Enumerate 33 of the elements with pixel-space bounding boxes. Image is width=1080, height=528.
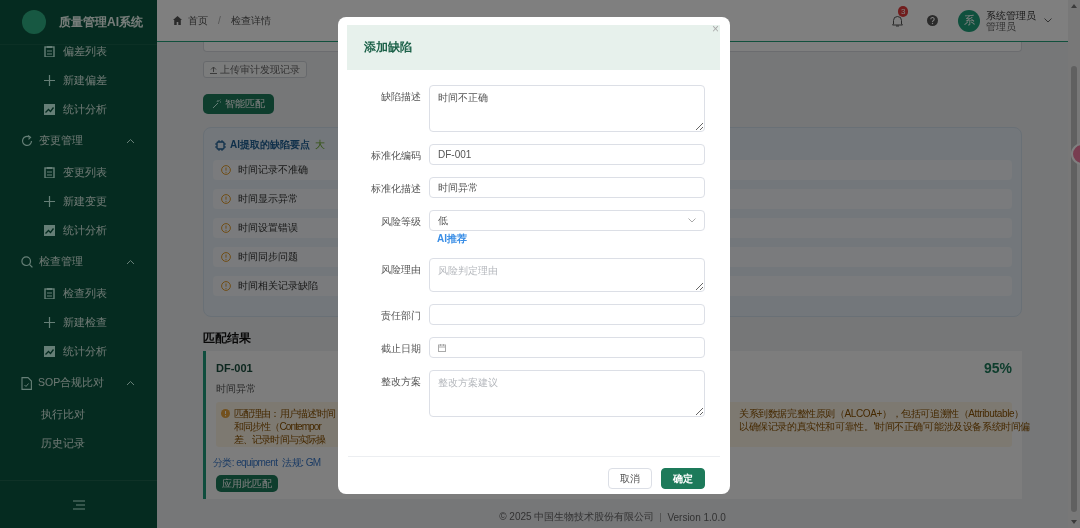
- breadcrumb-item: 检查详情: [230, 13, 271, 28]
- reason-text: 和同步性（Contempor: [234, 420, 323, 433]
- field-label: 整改方案: [380, 375, 421, 389]
- model-tag: 大: [315, 138, 325, 152]
- field-label: 风险等级: [380, 215, 421, 229]
- card-title: AI提取的缺陷要点: [230, 138, 310, 152]
- user-name: 系统管理员: [986, 9, 1036, 21]
- point-text: 时间设置错误: [238, 221, 298, 235]
- field-label: 缺陷描述: [380, 90, 421, 104]
- field-label: 截止日期: [380, 342, 421, 356]
- app-title: 质量管理AI系统: [59, 13, 143, 31]
- field-label: 责任部门: [380, 309, 421, 323]
- defect-code: DF-001: [216, 362, 253, 374]
- notification-badge: 3: [898, 5, 909, 17]
- field-label: 标准化描述: [370, 182, 421, 196]
- point-text: 时间显示异常: [238, 192, 298, 206]
- user-role: 管理员: [986, 20, 1017, 32]
- reason-text: 匹配理由：用户描述'时间: [234, 407, 337, 420]
- breadcrumb-separator: /: [218, 15, 221, 26]
- reason-text: 差、记录时间与实际操: [234, 433, 327, 446]
- reason-text: 以确保记录的真实性和可靠性。'时间不正确'可能涉及设备系统时间偏: [739, 420, 1031, 433]
- point-text: 时间记录不准确: [238, 163, 308, 177]
- field-label: 标准化编码: [370, 149, 421, 163]
- field-label: 风险理由: [380, 263, 421, 277]
- reason-text: 关系到数据完整性原则（ALCOA+），包括可追溯性（Attributable）: [739, 407, 1025, 420]
- version-text: Version 1.0.0: [667, 511, 726, 523]
- match-score: 95%: [983, 360, 1012, 376]
- point-text: 时间相关记录缺陷: [238, 279, 318, 293]
- match-description: 时间异常: [216, 382, 256, 396]
- section-heading: 匹配结果: [203, 330, 251, 347]
- point-text: 时间同步问题: [238, 250, 298, 264]
- tag-label: 法规: GM: [282, 456, 321, 470]
- tag-label: 分类: equipment: [213, 456, 278, 470]
